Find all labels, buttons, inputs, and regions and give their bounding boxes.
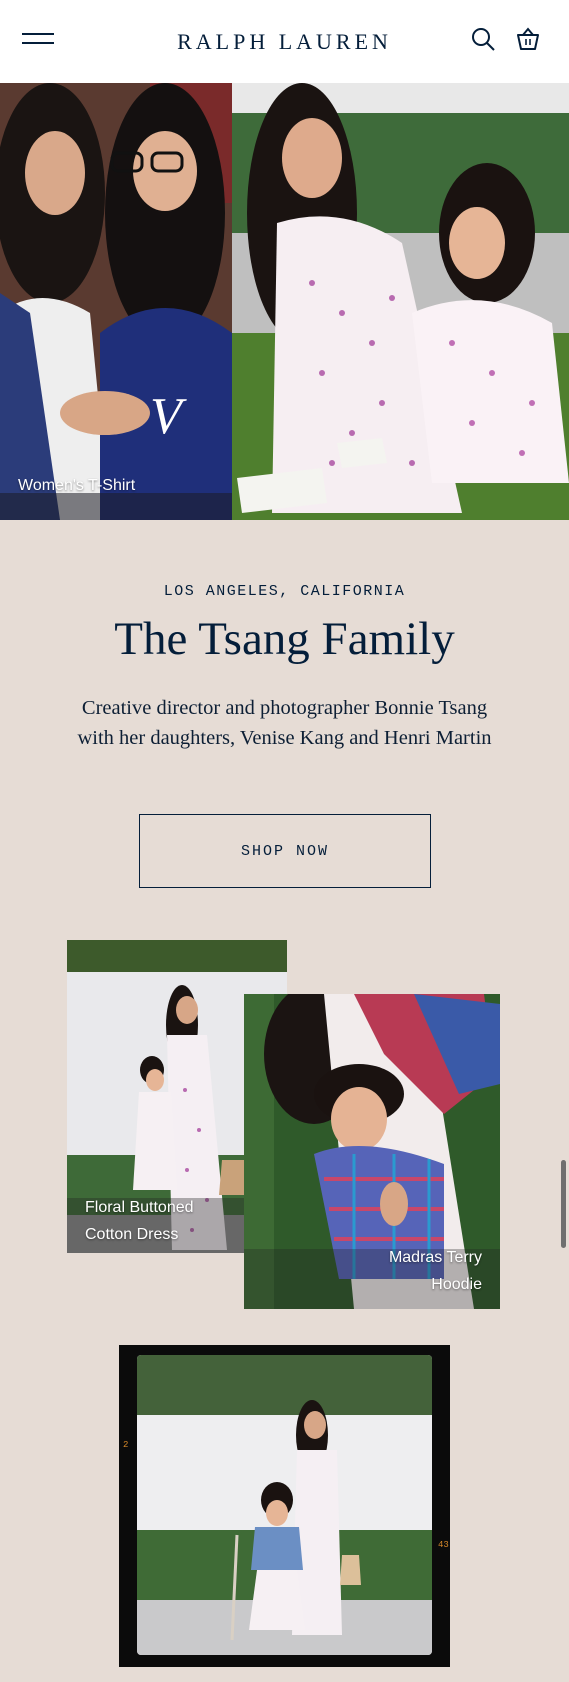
shop-now-button[interactable]: SHOP NOW bbox=[139, 814, 431, 888]
brand-logo[interactable]: RALPH LAUREN bbox=[177, 29, 392, 55]
film-mark-right: 43 bbox=[438, 1540, 449, 1550]
film-frame-image bbox=[137, 1355, 432, 1655]
shopping-bag-icon[interactable] bbox=[515, 26, 541, 52]
page-scrollbar[interactable] bbox=[561, 1160, 566, 1248]
hero-photos: V Women's T-Shirt bbox=[0, 83, 569, 520]
film-frame-photo[interactable]: 2 43 bbox=[119, 1345, 450, 1667]
hero-photo-left-image: V bbox=[0, 83, 232, 520]
product-caption-madras-hoodie-line2[interactable]: Hoodie bbox=[431, 1271, 482, 1298]
story-title: The Tsang Family bbox=[114, 613, 455, 665]
product-photo-madras-hoodie[interactable]: Madras Terry Hoodie bbox=[244, 994, 500, 1309]
story-location: LOS ANGELES, CALIFORNIA bbox=[163, 583, 406, 600]
story-description: Creative director and photographer Bonni… bbox=[77, 697, 492, 749]
svg-text:V: V bbox=[150, 388, 187, 445]
product-caption-floral-dress-line1[interactable]: Floral Buttoned bbox=[85, 1194, 194, 1221]
search-icon[interactable] bbox=[470, 26, 496, 52]
product-caption-madras-hoodie-line1[interactable]: Madras Terry bbox=[389, 1244, 482, 1271]
hero-photo-floral-dress[interactable] bbox=[232, 83, 569, 520]
hamburger-menu-icon[interactable] bbox=[22, 32, 54, 46]
hero-photo-right-image bbox=[232, 83, 569, 520]
hero-caption-womens-tshirt[interactable]: Women's T-Shirt bbox=[18, 472, 135, 499]
film-mark-top: 2 bbox=[123, 1440, 129, 1450]
site-header: RALPH LAUREN bbox=[0, 0, 569, 83]
product-caption-floral-dress-line2[interactable]: Cotton Dress bbox=[85, 1221, 178, 1248]
hero-photo-womens-tshirt[interactable]: V Women's T-Shirt bbox=[0, 83, 232, 520]
